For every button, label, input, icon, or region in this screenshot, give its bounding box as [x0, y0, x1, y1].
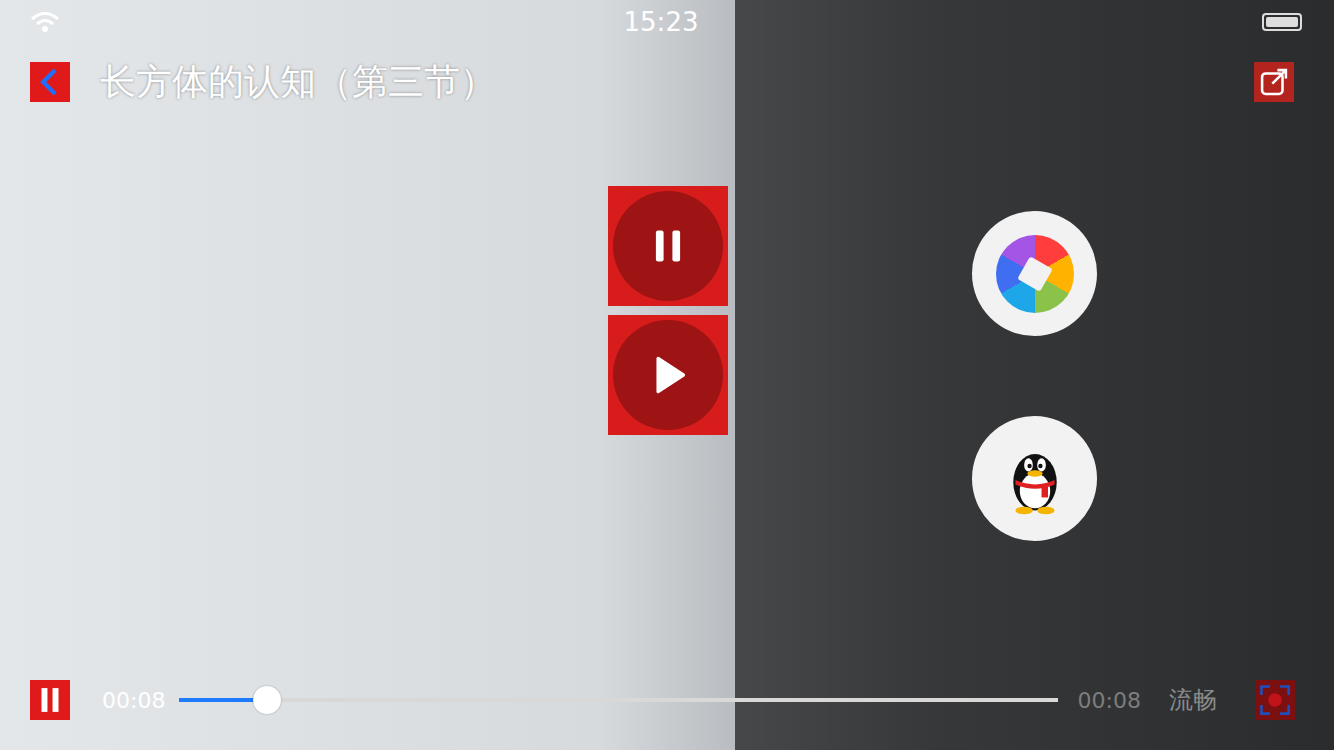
status-bar: 15:23	[0, 0, 1334, 44]
share-qq-button[interactable]	[972, 416, 1097, 541]
controls-layer: 15:23 长方体的认知（第三节） 00:08 00:08 流畅	[0, 0, 1334, 750]
fullscreen-icon	[1258, 683, 1292, 717]
pause-button[interactable]	[608, 186, 728, 306]
share-icon	[1257, 65, 1291, 99]
video-title: 长方体的认知（第三节）	[100, 60, 496, 103]
header: 长方体的认知（第三节）	[0, 60, 1334, 103]
wifi-icon	[30, 11, 60, 33]
duration-time: 00:08	[1078, 688, 1141, 713]
elapsed-time: 00:08	[102, 688, 165, 713]
fullscreen-button[interactable]	[1255, 680, 1295, 720]
share-button[interactable]	[1254, 62, 1294, 102]
album-icon	[996, 235, 1074, 313]
qq-penguin-icon	[1002, 441, 1068, 517]
center-controls	[608, 186, 728, 435]
quality-button[interactable]: 流畅	[1169, 684, 1217, 716]
slider-thumb[interactable]	[253, 686, 281, 714]
bottom-bar: 00:08 00:08 流畅	[0, 680, 1334, 720]
play-icon	[646, 353, 690, 397]
play-button[interactable]	[608, 315, 728, 435]
share-album-button[interactable]	[972, 211, 1097, 336]
battery-icon	[1262, 13, 1302, 31]
pause-button[interactable]	[30, 680, 70, 720]
status-time: 15:23	[624, 7, 699, 37]
pause-icon	[33, 683, 67, 717]
progress-slider[interactable]	[179, 698, 1057, 702]
video-player: 15:23 长方体的认知（第三节） 00:08 00:08 流畅	[0, 0, 1334, 750]
share-panel	[735, 0, 1334, 750]
back-button[interactable]	[30, 62, 70, 102]
pause-icon	[646, 224, 690, 268]
back-arrow-icon	[33, 65, 67, 99]
